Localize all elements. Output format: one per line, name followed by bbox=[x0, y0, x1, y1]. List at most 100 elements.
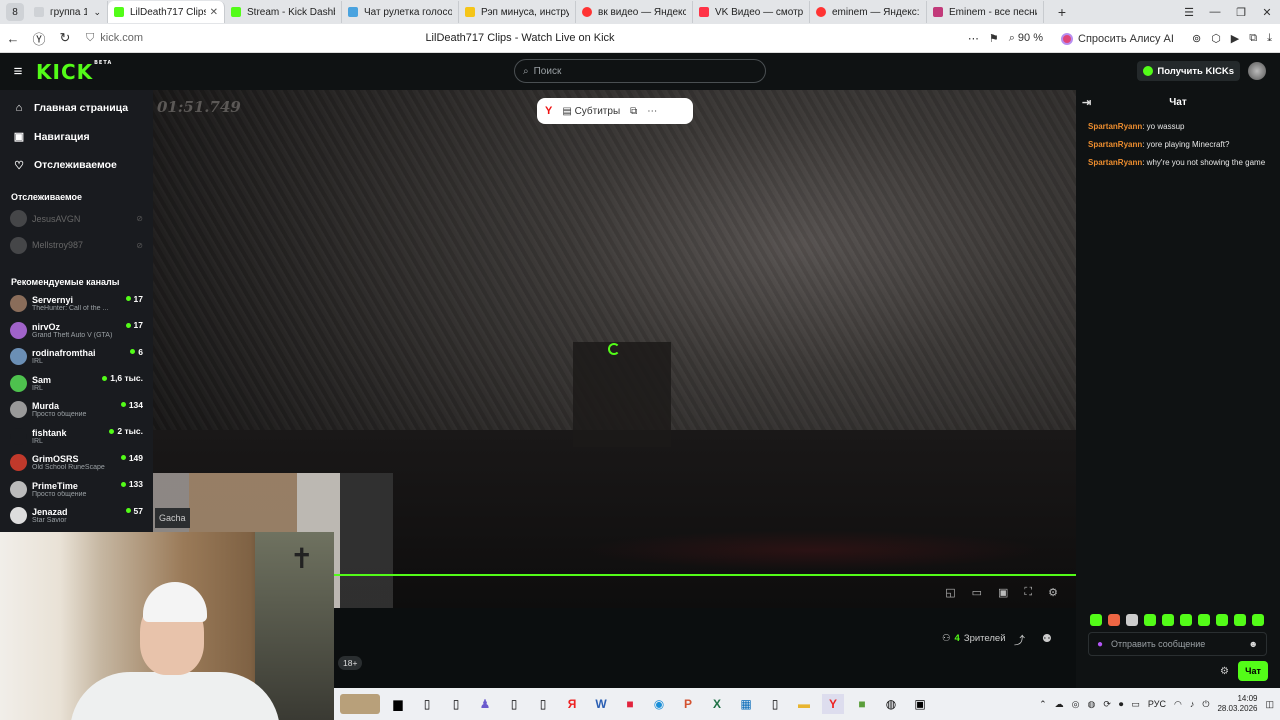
search-input[interactable]: ⌕ Поиск bbox=[514, 59, 766, 83]
tray-app-icon[interactable]: ◍ bbox=[1087, 699, 1095, 710]
document-icon[interactable]: ▯ bbox=[532, 694, 554, 714]
language-indicator[interactable]: РУС bbox=[1148, 699, 1166, 709]
kick-logo[interactable]: KICKBETA bbox=[36, 60, 112, 84]
theater-icon[interactable]: ▭ bbox=[972, 586, 982, 599]
channel-item[interactable]: rodinafromthai IRL 6 bbox=[0, 344, 153, 371]
terminal-icon[interactable]: ▣ bbox=[909, 694, 931, 714]
download-icon[interactable]: ⤓ bbox=[1267, 32, 1272, 45]
pip-icon[interactable]: ⧉ bbox=[630, 106, 637, 117]
more-icon[interactable]: ⋯ bbox=[647, 106, 657, 117]
emote-icon[interactable] bbox=[1108, 614, 1120, 626]
pip-icon[interactable]: ▣ bbox=[998, 586, 1008, 599]
power-icon[interactable]: ⏻ bbox=[1202, 699, 1209, 710]
channel-item[interactable]: Jenazad Star Savior 57 bbox=[0, 503, 153, 530]
new-tab-button[interactable]: + bbox=[1052, 2, 1072, 22]
tab[interactable]: Eminem - все песни, т bbox=[927, 1, 1044, 23]
send-chat-button[interactable]: Чат bbox=[1238, 661, 1268, 681]
progress-bar[interactable] bbox=[334, 574, 1076, 576]
microphone-icon[interactable]: ● bbox=[1097, 639, 1103, 650]
emote-icon[interactable] bbox=[1162, 614, 1174, 626]
channel-item[interactable]: Servernyi TheHunter: Call of the ... 17 bbox=[0, 291, 153, 318]
url-field[interactable]: ⛉ kick.com bbox=[86, 32, 143, 45]
tab-active[interactable]: LilDeath717 Clips - W ✕ bbox=[108, 1, 225, 23]
folder-icon[interactable]: ▬ bbox=[793, 694, 815, 714]
widgets-icon[interactable] bbox=[340, 694, 380, 714]
channel-item[interactable]: Murda Просто общение 134 bbox=[0, 397, 153, 424]
settings-icon[interactable]: ⚙ bbox=[1220, 666, 1229, 677]
volume-icon[interactable]: ♪ bbox=[1190, 699, 1195, 709]
tab-count-badge[interactable]: 8 bbox=[6, 3, 24, 21]
channel-item[interactable]: GrimOSRS Old School RuneScape 149 bbox=[0, 450, 153, 477]
chat-input[interactable]: ● Отправить сообщение ☻ bbox=[1088, 632, 1267, 656]
miniplayer-icon[interactable]: ◱ bbox=[945, 586, 955, 599]
settings-icon[interactable]: ⚙ bbox=[1048, 586, 1058, 599]
file-icon[interactable]: ▆ bbox=[387, 694, 409, 714]
microphone-icon[interactable]: ⏺ bbox=[1119, 699, 1124, 710]
bookmark-icon[interactable]: ⚑ bbox=[989, 32, 999, 45]
channel-item[interactable]: nirvOz Grand Theft Auto V (GTA) 17 bbox=[0, 317, 153, 344]
emote-icon[interactable] bbox=[1144, 614, 1156, 626]
subtitles-button[interactable]: ▤ Субтитры bbox=[562, 106, 620, 117]
excel-icon[interactable]: X bbox=[706, 694, 728, 714]
channel-item[interactable]: fishtank IRL 2 тыс. bbox=[0, 423, 153, 450]
video-player[interactable]: 01:51.749 Y ▤ Субтитры ⧉ ⋯ Gacha ◱ ▭ ▣ ⛶… bbox=[153, 90, 1076, 608]
get-kicks-button[interactable]: Получить KICKs bbox=[1137, 61, 1240, 81]
emote-icon[interactable] bbox=[1216, 614, 1228, 626]
chevron-up-icon[interactable]: ⌃ bbox=[1039, 699, 1047, 710]
onedrive-icon[interactable]: ☁ bbox=[1055, 699, 1064, 710]
battery-icon[interactable]: ▭ bbox=[1131, 699, 1140, 710]
sidebar-item-home[interactable]: ⌂ Главная страница bbox=[0, 94, 153, 123]
tab-group[interactable]: группа 1 ⌄ bbox=[28, 1, 108, 23]
chat-username[interactable]: SpartanRyann bbox=[1088, 140, 1142, 149]
sync-icon[interactable]: ⟳ bbox=[1103, 699, 1111, 710]
tab[interactable]: Рэп минуса, инструме bbox=[459, 1, 576, 23]
yandex-icon[interactable]: Y bbox=[545, 105, 552, 117]
tab[interactable]: вк видео — Яндекс: на bbox=[576, 1, 693, 23]
document-icon[interactable]: ▯ bbox=[445, 694, 467, 714]
teams-icon[interactable]: ♟ bbox=[474, 694, 496, 714]
reload-icon[interactable]: ↻ bbox=[52, 30, 78, 46]
channel-item[interactable]: JesusAVGN ⊘ bbox=[0, 206, 153, 233]
notifications-icon[interactable]: ◫ bbox=[1265, 699, 1274, 710]
emote-icon[interactable] bbox=[1252, 614, 1264, 626]
document-icon[interactable]: ▯ bbox=[503, 694, 525, 714]
media-icon[interactable]: ▶ bbox=[1231, 32, 1239, 45]
chat-username[interactable]: SpartanRyann bbox=[1088, 158, 1142, 167]
tab[interactable]: eminem — Яндекс: на bbox=[810, 1, 927, 23]
obs-icon[interactable]: ◍ bbox=[880, 694, 902, 714]
tab[interactable]: Stream - Kick Dashboa bbox=[225, 1, 342, 23]
word-icon[interactable]: W bbox=[590, 694, 612, 714]
tab[interactable]: Чат рулетка голосова bbox=[342, 1, 459, 23]
close-window-icon[interactable]: ✕ bbox=[1254, 6, 1280, 19]
chat-username[interactable]: SpartanRyann bbox=[1088, 122, 1142, 131]
sidebar-item-following[interactable]: ♡ Отслеживаемое bbox=[0, 151, 153, 180]
tab[interactable]: VK Видео — смотреть bbox=[693, 1, 810, 23]
tray-app-icon[interactable]: ◎ bbox=[1072, 699, 1080, 710]
close-icon[interactable]: ✕ bbox=[210, 7, 218, 18]
emote-icon[interactable] bbox=[1090, 614, 1102, 626]
channel-item[interactable]: Mellstroy987 ⊘ bbox=[0, 232, 153, 259]
yandex-icon[interactable]: Y bbox=[822, 694, 844, 714]
store-icon[interactable]: ▦ bbox=[735, 694, 757, 714]
avatar[interactable] bbox=[1248, 62, 1266, 80]
yandex-browser-icon[interactable]: Я bbox=[561, 694, 583, 714]
alice-button[interactable]: Спросить Алису AI bbox=[1053, 30, 1182, 48]
share-icon[interactable]: ⤴ bbox=[1014, 632, 1025, 648]
back-icon[interactable]: ← bbox=[0, 31, 26, 46]
channel-item[interactable]: Sam IRL 1,6 тыс. bbox=[0, 370, 153, 397]
zoom-indicator[interactable]: ⌕ 90 % bbox=[1009, 32, 1043, 45]
collapse-chat-icon[interactable]: ⇥ bbox=[1082, 96, 1091, 109]
emote-icon[interactable] bbox=[1126, 614, 1138, 626]
document-icon[interactable]: ▯ bbox=[764, 694, 786, 714]
minimize-icon[interactable]: — bbox=[1202, 6, 1228, 18]
document-icon[interactable]: ▯ bbox=[416, 694, 438, 714]
menu-icon[interactable]: ≡ bbox=[0, 63, 36, 80]
fullscreen-icon[interactable]: ⛶ bbox=[1024, 586, 1032, 599]
wifi-icon[interactable]: ◠ bbox=[1174, 699, 1182, 710]
sidebar-item-browse[interactable]: ▣ Навигация bbox=[0, 123, 153, 152]
extensions-icon[interactable]: ⬡ bbox=[1211, 32, 1221, 45]
yandex-home-icon[interactable]: Ⓨ bbox=[26, 29, 52, 48]
collections-icon[interactable]: ⧉ bbox=[1249, 32, 1257, 45]
powerpoint-icon[interactable]: P bbox=[677, 694, 699, 714]
vpn-icon[interactable]: ⊚ bbox=[1192, 32, 1201, 45]
